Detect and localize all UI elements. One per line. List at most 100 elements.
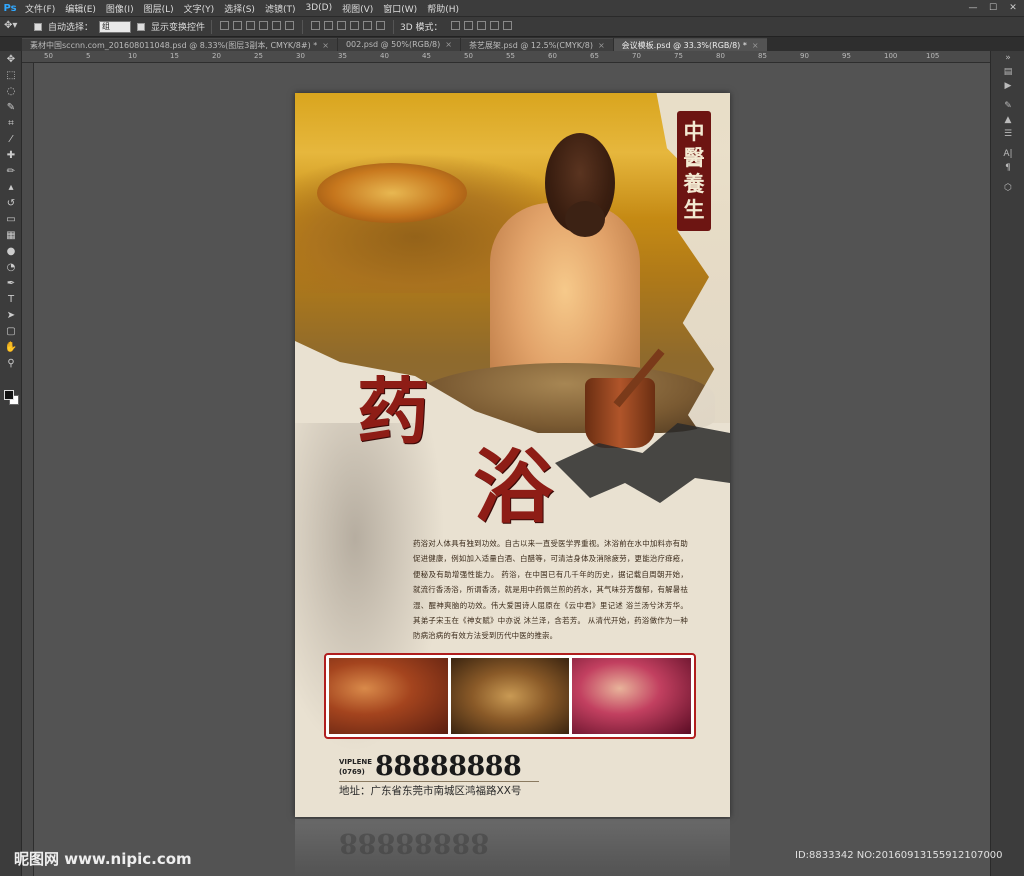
mode-3d-buttons xyxy=(449,20,514,33)
distribute-vcenter-icon[interactable] xyxy=(324,21,334,30)
photo-herbs xyxy=(450,658,570,734)
auto-select-dropdown[interactable]: 组 xyxy=(99,20,132,33)
document-canvas[interactable]: 中 醫 養 生 药 浴 药浴对人体具有独到功效。自古以来一直受医学界重视。沐浴前… xyxy=(34,63,990,876)
phone-prefix-line-1: VIPLENE xyxy=(339,757,373,766)
dodge-tool-icon[interactable]: ◔ xyxy=(0,259,22,275)
foreground-color-swatch[interactable] xyxy=(4,390,14,400)
gradient-tool-icon[interactable]: ▦ xyxy=(0,227,22,243)
tab-label: 002.psd @ 50%(RGB/8) xyxy=(345,40,441,49)
menu-select[interactable]: 选择(S) xyxy=(219,2,260,15)
history-brush-tool-icon[interactable]: ↺ xyxy=(0,195,22,211)
distribute-hcenter-icon[interactable] xyxy=(363,21,373,30)
menu-filter[interactable]: 滤镜(T) xyxy=(260,2,301,15)
photo-bath-tub xyxy=(329,658,448,734)
align-vcenter-icon[interactable] xyxy=(233,21,243,30)
adjustments-panel-icon[interactable]: ☰ xyxy=(991,127,1024,141)
menu-help[interactable]: 帮助(H) xyxy=(422,2,464,15)
tab-doc-3[interactable]: 茶艺展架.psd @ 12.5%(CMYK/8) × xyxy=(460,38,613,51)
tab-doc-1[interactable]: 素材中国sccnn.com_201608011048.psd @ 8.33%(图… xyxy=(22,38,337,51)
seal-char: 醫 xyxy=(683,145,705,170)
pan-3d-icon[interactable] xyxy=(476,21,486,30)
phone-prefix-line-2: (0769) xyxy=(339,767,365,776)
align-left-icon[interactable] xyxy=(259,21,269,30)
lasso-tool-icon[interactable]: ◌ xyxy=(0,83,22,99)
rotate-3d-icon[interactable] xyxy=(450,21,460,30)
distribute-left-icon[interactable] xyxy=(350,21,360,30)
auto-select-checkbox[interactable] xyxy=(34,22,42,31)
menu-file[interactable]: 文件(F) xyxy=(20,2,60,15)
ruler-tick: 100 xyxy=(884,52,898,60)
phone-number: 88888888 xyxy=(375,751,522,782)
photoshop-logo-icon[interactable]: Ps xyxy=(0,0,20,17)
ruler-tick: 20 xyxy=(212,52,221,60)
tab-label: 素材中国sccnn.com_201608011048.psd @ 8.33%(图… xyxy=(30,41,318,50)
crop-tool-icon[interactable]: ⌗ xyxy=(0,115,22,131)
character-panel-icon[interactable]: A| xyxy=(991,147,1024,161)
address-text: 地址：广东省东莞市南城区鸿福路XX号 xyxy=(339,785,522,797)
photo-rose-bath xyxy=(572,658,692,734)
shape-tool-icon[interactable]: ▢ xyxy=(0,323,22,339)
zoom-tool-icon[interactable]: ⚲ xyxy=(0,355,22,371)
seal-char: 生 xyxy=(683,197,705,222)
auto-select-label: 自动选择： xyxy=(48,23,94,33)
marquee-tool-icon[interactable]: ⬚ xyxy=(0,67,22,83)
slide-3d-icon[interactable] xyxy=(489,21,499,30)
clone-source-panel-icon[interactable]: ▲ xyxy=(991,113,1024,127)
menu-edit[interactable]: 编辑(E) xyxy=(60,2,101,15)
window-controls: — ☐ ✕ xyxy=(966,2,1024,14)
distribute-right-icon[interactable] xyxy=(376,21,386,30)
brush-tool-icon[interactable]: ✏ xyxy=(0,163,22,179)
tab-doc-2[interactable]: 002.psd @ 50%(RGB/8) × xyxy=(337,38,460,51)
close-tab-icon[interactable]: × xyxy=(598,41,605,50)
divider xyxy=(393,19,395,34)
ruler-tick: 55 xyxy=(506,52,515,60)
minimize-icon[interactable]: — xyxy=(966,2,980,14)
close-icon[interactable]: ✕ xyxy=(1006,2,1020,14)
menu-type[interactable]: 文字(Y) xyxy=(179,2,220,15)
type-tool-icon[interactable]: T xyxy=(0,291,22,307)
close-tab-icon[interactable]: × xyxy=(445,40,452,49)
distribute-top-icon[interactable] xyxy=(311,21,321,30)
ruler-tick: 40 xyxy=(380,52,389,60)
close-tab-icon[interactable]: × xyxy=(322,41,329,50)
ruler-tick: 105 xyxy=(926,52,940,60)
healing-brush-tool-icon[interactable]: ✚ xyxy=(0,147,22,163)
ruler-vertical xyxy=(22,63,34,876)
phone-block: VIPLENE (0769) 88888888 xyxy=(339,751,522,782)
roll-3d-icon[interactable] xyxy=(463,21,473,30)
paragraph-panel-icon[interactable]: ¶ xyxy=(991,161,1024,175)
eraser-tool-icon[interactable]: ▭ xyxy=(0,211,22,227)
show-transform-checkbox[interactable] xyxy=(137,22,146,31)
align-right-icon[interactable] xyxy=(285,21,295,30)
eyedropper-tool-icon[interactable]: ⁄ xyxy=(0,131,22,147)
blur-tool-icon[interactable]: ● xyxy=(0,243,22,259)
move-tool-icon[interactable]: ✥ xyxy=(0,51,22,67)
align-bottom-icon[interactable] xyxy=(246,21,256,30)
actions-panel-icon[interactable]: ▶ xyxy=(991,79,1024,93)
path-select-tool-icon[interactable]: ➤ xyxy=(0,307,22,323)
3d-panel-icon[interactable]: ⬡ xyxy=(991,181,1024,195)
align-top-icon[interactable] xyxy=(220,21,230,30)
tab-doc-4-active[interactable]: 会议模板.psd @ 33.3%(RGB/8) * × xyxy=(613,38,767,51)
menu-image[interactable]: 图像(I) xyxy=(101,2,139,15)
maximize-icon[interactable]: ☐ xyxy=(986,2,1000,14)
hand-tool-icon[interactable]: ✋ xyxy=(0,339,22,355)
history-panel-icon[interactable]: ▤ xyxy=(991,65,1024,79)
ruler-tick: 25 xyxy=(254,52,263,60)
pen-tool-icon[interactable]: ✒ xyxy=(0,275,22,291)
distribute-bottom-icon[interactable] xyxy=(337,21,347,30)
collapse-panel-icon[interactable]: » xyxy=(991,51,1024,65)
close-tab-icon[interactable]: × xyxy=(752,41,759,50)
clone-stamp-tool-icon[interactable]: ▴ xyxy=(0,179,22,195)
poster-reflection: 88888888 xyxy=(295,819,730,876)
align-hcenter-icon[interactable] xyxy=(272,21,282,30)
ruler-tick: 60 xyxy=(548,52,557,60)
brush-panel-icon[interactable]: ✎ xyxy=(991,99,1024,113)
menu-3d[interactable]: 3D(D) xyxy=(300,3,337,13)
menu-layer[interactable]: 图层(L) xyxy=(139,2,179,15)
move-tool-preset-icon[interactable]: ✥▾ xyxy=(4,20,28,34)
scale-3d-icon[interactable] xyxy=(502,21,512,30)
menu-window[interactable]: 窗口(W) xyxy=(378,2,422,15)
menu-view[interactable]: 视图(V) xyxy=(337,2,378,15)
quick-select-tool-icon[interactable]: ✎ xyxy=(0,99,22,115)
